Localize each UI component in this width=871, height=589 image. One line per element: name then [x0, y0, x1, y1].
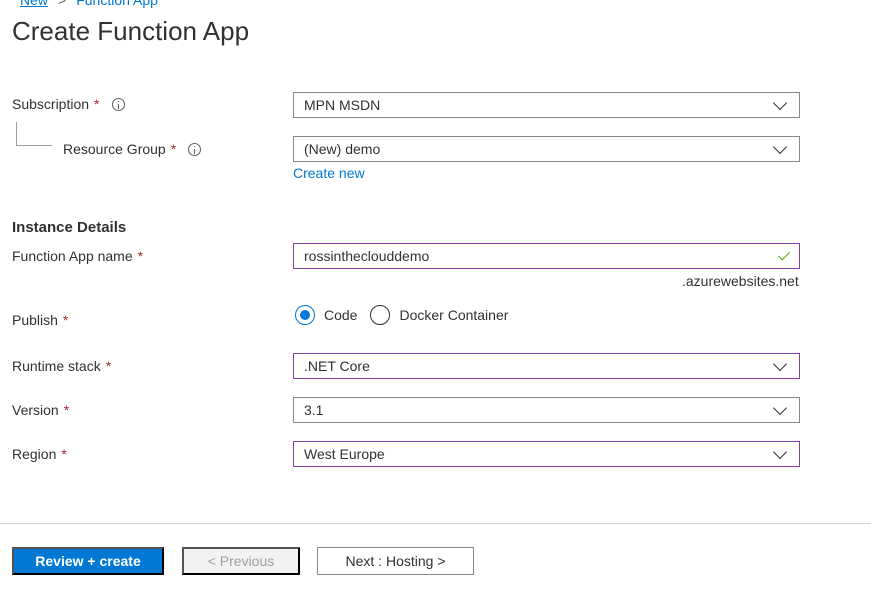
region-label: Region * — [12, 446, 67, 462]
checkmark-icon — [777, 247, 791, 261]
function-app-name-label: Function App name * — [12, 248, 143, 264]
chevron-down-icon — [772, 444, 788, 459]
required-asterisk: * — [170, 141, 177, 157]
chevron-down-icon — [772, 400, 788, 415]
required-asterisk: * — [105, 358, 112, 374]
function-app-name-label-text: Function App name — [12, 248, 133, 264]
page-title: Create Function App — [12, 16, 250, 46]
publish-option-docker[interactable]: Docker Container — [370, 305, 508, 325]
chevron-down-icon — [772, 356, 788, 371]
breadcrumb-separator: > — [58, 0, 67, 8]
subscription-label-text: Subscription — [12, 96, 90, 112]
breadcrumb-new-link[interactable]: New — [20, 0, 48, 8]
resource-group-label-text: Resource Group — [63, 141, 166, 157]
function-app-name-value: rossintheclouddemo — [304, 248, 430, 264]
runtime-stack-label: Runtime stack * — [12, 358, 111, 374]
radio-unselected-icon[interactable] — [370, 305, 391, 325]
version-label-text: Version — [12, 402, 59, 418]
previous-button[interactable]: < Previous — [182, 547, 300, 575]
info-icon[interactable] — [188, 142, 202, 156]
required-asterisk: * — [63, 402, 70, 418]
subscription-label: Subscription * — [12, 96, 125, 112]
tree-connector — [16, 122, 52, 146]
runtime-stack-label-text: Runtime stack — [12, 358, 101, 374]
required-asterisk: * — [62, 312, 69, 328]
runtime-stack-dropdown[interactable]: .NET Core — [293, 353, 800, 379]
resource-group-label: Resource Group * — [63, 141, 202, 157]
required-asterisk: * — [61, 446, 67, 462]
region-dropdown[interactable]: West Europe — [293, 441, 800, 467]
footer-divider — [0, 523, 871, 524]
publish-option-code[interactable]: Code — [295, 305, 357, 325]
instance-details-heading: Instance Details — [12, 219, 127, 236]
publish-radio-group: Code Docker Container — [295, 305, 521, 325]
radio-selected-icon[interactable] — [295, 305, 315, 325]
required-asterisk: * — [137, 248, 144, 264]
info-icon[interactable] — [111, 97, 125, 111]
region-value: West Europe — [304, 446, 385, 462]
breadcrumb: New > Function App — [20, 0, 158, 8]
version-label: Version * — [12, 402, 69, 418]
resource-group-value: (New) demo — [304, 141, 381, 157]
publish-label-text: Publish — [12, 312, 58, 328]
next-hosting-button[interactable]: Next : Hosting > — [317, 547, 474, 575]
domain-suffix: .azurewebsites.net — [682, 273, 799, 289]
required-asterisk: * — [94, 96, 100, 112]
publish-label: Publish * — [12, 312, 68, 328]
subscription-value: MPN MSDN — [304, 97, 381, 113]
publish-option-docker-label: Docker Container — [399, 307, 509, 323]
region-label-text: Region — [12, 446, 57, 462]
version-dropdown[interactable]: 3.1 — [293, 397, 800, 423]
function-app-name-input[interactable]: rossintheclouddemo — [293, 243, 800, 269]
runtime-stack-value: .NET Core — [304, 358, 370, 374]
review-create-button[interactable]: Review + create — [12, 547, 164, 575]
subscription-dropdown[interactable]: MPN MSDN — [293, 92, 800, 118]
chevron-down-icon — [772, 95, 788, 110]
breadcrumb-function-app-link[interactable]: Function App — [76, 0, 158, 8]
resource-group-dropdown[interactable]: (New) demo — [293, 136, 800, 162]
publish-option-code-label: Code — [324, 307, 358, 323]
chevron-down-icon — [772, 139, 788, 154]
create-new-link[interactable]: Create new — [293, 165, 365, 181]
version-value: 3.1 — [304, 402, 324, 418]
